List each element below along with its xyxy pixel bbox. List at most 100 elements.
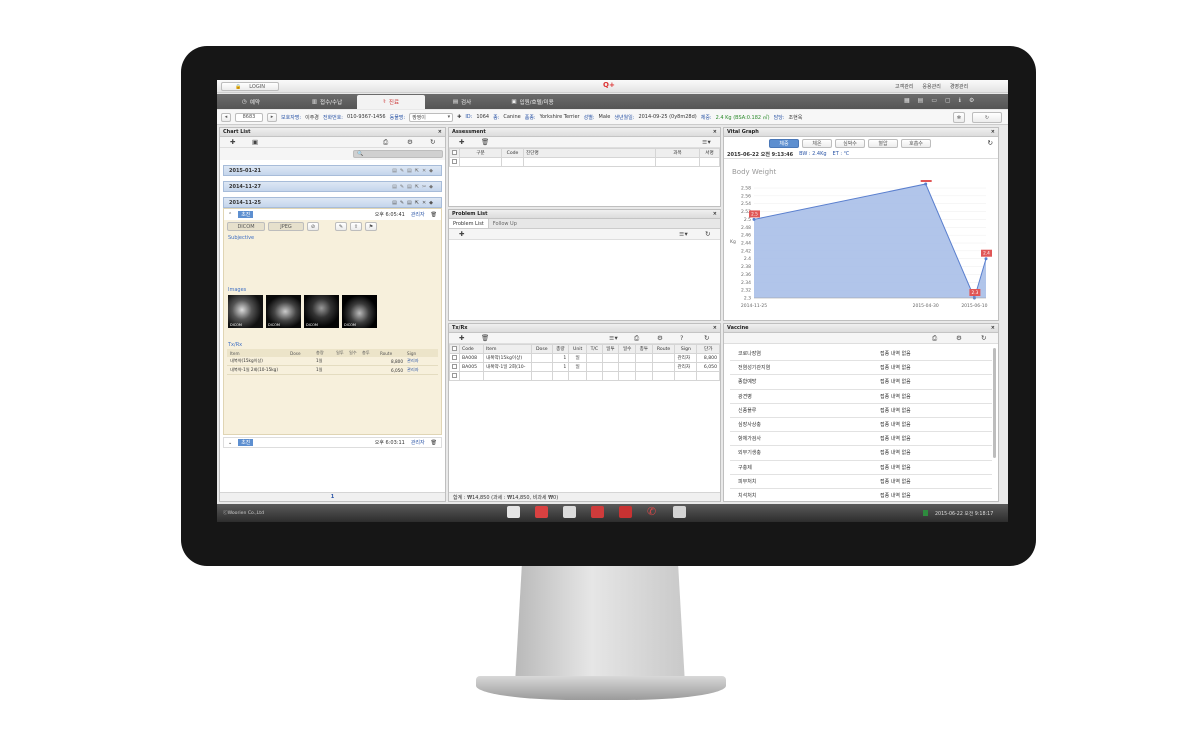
link-management[interactable]: 경영관리 xyxy=(950,83,968,90)
table-row[interactable]: BA008 내복약(15kg이상) 1 일 관리자 8,800 xyxy=(449,353,720,363)
close-icon[interactable]: × xyxy=(713,325,717,331)
dicom-tab[interactable]: DICOM xyxy=(227,222,265,231)
vaccine-row[interactable]: 치석처치 접종 내역 없음 xyxy=(730,489,992,501)
trash-icon[interactable]: 🗑 xyxy=(481,334,489,343)
tab-reservation[interactable]: ◷ 예약 xyxy=(221,95,281,109)
select-all-checkbox[interactable] xyxy=(452,345,457,351)
tab-reception[interactable]: ▥ 접수/수납 xyxy=(287,95,367,109)
visit-row[interactable]: ⌄ 초진 오후 6:03:11 관리자 🗑 xyxy=(223,437,442,448)
gear-icon[interactable]: ⚙ xyxy=(657,334,663,343)
excel-icon[interactable] xyxy=(923,510,928,516)
printer-icon[interactable] xyxy=(563,506,576,518)
next-patient-button[interactable]: ▸ xyxy=(267,112,277,122)
refresh-icon[interactable]: ↻ xyxy=(430,138,435,147)
print-icon[interactable]: ⎙ xyxy=(634,334,639,343)
upload-icon[interactable]: ⇪ xyxy=(350,222,362,231)
memo-icon[interactable] xyxy=(535,506,548,518)
chart-date-row[interactable]: 2014-11-25 ▤✎▤⇱✕◆ xyxy=(223,197,442,208)
dicom-thumbnail[interactable]: DICOM xyxy=(266,295,301,328)
tab-follow-up[interactable]: Follow Up xyxy=(489,219,521,228)
trash-icon[interactable]: 🗑 xyxy=(431,212,437,218)
vaccine-row[interactable]: 종합예방 접종 내역 없음 xyxy=(730,375,992,390)
add-icon[interactable]: ✚ xyxy=(459,230,464,239)
row-checkbox[interactable] xyxy=(452,158,457,164)
prev-patient-button[interactable]: ◂ xyxy=(221,112,231,122)
vaccine-row[interactable]: 피부처치 접종 내역 없음 xyxy=(730,475,992,489)
expand-icon[interactable]: ⌄ xyxy=(228,440,232,446)
monitor-icon[interactable]: ▭ xyxy=(931,97,937,104)
close-icon[interactable]: × xyxy=(991,129,995,135)
vaccine-row[interactable]: 외부기생충 접종 내역 없음 xyxy=(730,446,992,461)
print-icon[interactable]: ⎙ xyxy=(383,138,388,147)
chart-number-field[interactable]: 8683 xyxy=(235,112,263,122)
table-row[interactable] xyxy=(449,371,720,381)
collapse-icon[interactable]: ⌃ xyxy=(228,212,232,218)
refresh-icon[interactable]: ↻ xyxy=(704,334,709,343)
attach-icon[interactable]: ⊘ xyxy=(307,222,319,231)
row-checkbox[interactable] xyxy=(452,354,457,360)
settings-icon[interactable]: ▦ xyxy=(904,97,910,104)
vaccine-row[interactable]: 구충제 접종 내역 없음 xyxy=(730,461,992,475)
vaccine-row[interactable]: 코로나장염 접종 내역 없음 xyxy=(730,347,992,362)
fax-icon[interactable] xyxy=(619,506,632,518)
login-button[interactable]: 🔒 LOGIN xyxy=(221,82,279,91)
add-icon[interactable]: ✚ xyxy=(459,138,464,147)
refresh-button[interactable]: ↻ xyxy=(972,112,1002,123)
trash-icon[interactable]: 🗑 xyxy=(481,138,489,147)
close-icon[interactable]: × xyxy=(438,129,442,135)
refresh-icon[interactable]: ↻ xyxy=(705,230,710,239)
animal-select[interactable]: 짱짱이 ▾ xyxy=(409,112,454,122)
vaccine-row[interactable]: 심장사상충 접종 내역 없음 xyxy=(730,418,992,433)
print-icon[interactable]: ⎙ xyxy=(932,334,937,343)
menu-icon[interactable]: ≡▾ xyxy=(702,138,711,147)
link-customer[interactable]: 고객관리 xyxy=(895,83,913,90)
scrollbar[interactable] xyxy=(993,348,996,458)
add-icon[interactable]: ✚ xyxy=(457,114,461,120)
phone-icon[interactable]: ✆ xyxy=(647,505,656,518)
menu-icon[interactable]: ≡▾ xyxy=(609,334,618,343)
vaccine-row[interactable]: 신종플루 접종 내역 없음 xyxy=(730,404,992,418)
search-input[interactable]: 🔍 xyxy=(353,150,443,158)
table-row[interactable]: 내복약-1일 2회(10-15kg) 1일 6,050 관리자 xyxy=(227,366,438,375)
dicom-thumbnail[interactable]: DICOM xyxy=(304,295,339,328)
sms-icon[interactable] xyxy=(591,506,604,518)
dicom-thumbnail[interactable]: DICOM xyxy=(342,295,377,328)
table-row[interactable]: 내복약(15kg이상) 1일 8,800 관리자 xyxy=(227,357,438,366)
refresh-icon[interactable]: ↻ xyxy=(981,334,986,343)
tab-problem-list[interactable]: Problem List xyxy=(449,219,489,228)
table-row[interactable]: BA005 내복약-1일 2회(10- 1 일 관리자 6,050 xyxy=(449,362,720,372)
chart-date-row[interactable]: 2015-01-21 ▤✎▤⇱✕◆ xyxy=(223,165,442,176)
row-tools-icon[interactable]: ▤✎▤⇱✂◆ xyxy=(392,184,436,190)
help-icon[interactable]: ? xyxy=(680,334,683,343)
tab-heart-rate[interactable]: 심박수 xyxy=(835,139,865,148)
tab-respiration[interactable]: 호흡수 xyxy=(901,139,931,148)
row-checkbox[interactable] xyxy=(452,363,457,369)
row-tools-icon[interactable]: ▤✎▤⇱✕◆ xyxy=(392,168,436,174)
chat-icon[interactable]: ▤ xyxy=(918,97,924,104)
tab-weight[interactable]: 체중 xyxy=(769,139,799,148)
pagination[interactable]: 1 xyxy=(220,492,445,501)
select-all-checkbox[interactable] xyxy=(452,149,457,155)
menu-icon[interactable]: ≡▾ xyxy=(679,230,688,239)
save-icon[interactable]: ▣ xyxy=(252,138,258,147)
vaccine-row[interactable]: 항체가검사 접종 내역 없음 xyxy=(730,432,992,447)
add-icon[interactable]: ✚ xyxy=(230,138,235,147)
chart-date-row[interactable]: 2014-11-27 ▤✎▤⇱✂◆ xyxy=(223,181,442,192)
tab-temperature[interactable]: 체온 xyxy=(802,139,832,148)
row-tools-icon[interactable]: ▤✎▤⇱✕◆ xyxy=(392,200,436,206)
refresh-icon[interactable]: ↻ xyxy=(988,139,993,147)
tab-exam[interactable]: ▤ 검사 xyxy=(432,95,492,109)
reception-icon[interactable] xyxy=(507,506,520,518)
tab-treatment[interactable]: ⚕ 진료 xyxy=(357,95,425,109)
jpeg-tab[interactable]: JPEG xyxy=(268,222,304,231)
window-icon[interactable]: ▢ xyxy=(945,97,951,104)
tab-blood-pressure[interactable]: 혈압 xyxy=(868,139,898,148)
stamp-icon[interactable]: ⚑ xyxy=(365,222,377,231)
tab-hospitalization[interactable]: ▣ 입원/호텔/미용 xyxy=(495,95,570,109)
trash-icon[interactable]: 🗑 xyxy=(431,440,437,446)
table-row[interactable] xyxy=(449,157,720,167)
close-icon[interactable]: × xyxy=(713,211,717,217)
close-icon[interactable]: × xyxy=(991,325,995,331)
dicom-thumbnail[interactable]: DICOM xyxy=(228,295,263,328)
add-icon[interactable]: ✚ xyxy=(459,334,464,343)
